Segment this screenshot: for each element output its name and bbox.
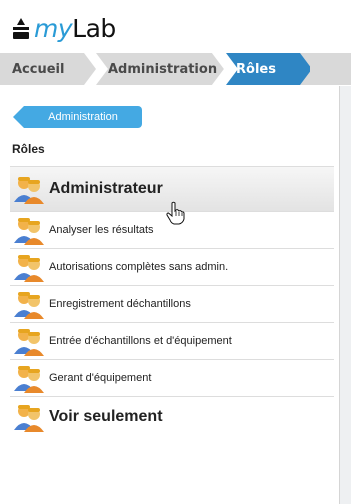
app-title: myLab <box>34 14 116 43</box>
role-item-voir-seulement[interactable]: Voir seulement <box>10 397 334 437</box>
role-item-enregistrement[interactable]: Enregistrement déchantillons <box>10 286 334 323</box>
user-group-icon <box>14 292 44 319</box>
role-label: Gerant d'équipement <box>49 372 152 384</box>
user-group-icon <box>14 218 44 245</box>
role-item-entree-echantillons[interactable]: Entrée d'échantillons et d'équipement <box>10 323 334 360</box>
role-label: Entrée d'échantillons et d'équipement <box>49 335 232 347</box>
role-item-autorisations-completes[interactable]: Autorisations complètes sans admin. <box>10 249 334 286</box>
user-group-icon <box>14 366 44 393</box>
role-label: Administrateur <box>49 180 163 197</box>
user-group-icon <box>14 255 44 282</box>
user-group-icon <box>14 177 44 204</box>
role-item-gerant-equipement[interactable]: Gerant d'équipement <box>10 360 334 397</box>
back-to-administration-button[interactable]: Administration <box>13 106 142 128</box>
user-group-icon <box>14 329 44 356</box>
app-logo[interactable]: myLab <box>10 12 116 42</box>
breadcrumb: Accueil Administration Rôles <box>0 53 351 85</box>
role-label: Voir seulement <box>49 408 163 425</box>
role-label: Analyser les résultats <box>49 224 154 236</box>
hand-cursor-icon <box>166 201 185 225</box>
role-label: Autorisations complètes sans admin. <box>49 261 229 273</box>
user-group-icon <box>14 405 44 432</box>
content-area-edge <box>339 86 351 504</box>
app-header: myLab <box>0 0 351 52</box>
droplet-logo-icon <box>13 18 29 39</box>
role-label: Enregistrement déchantillons <box>49 298 191 310</box>
section-title: Rôles <box>12 142 45 156</box>
